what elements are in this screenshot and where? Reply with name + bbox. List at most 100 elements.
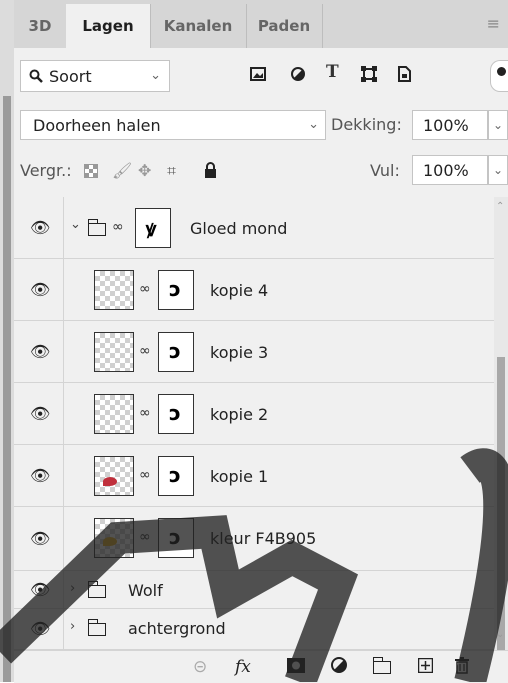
eye-icon: 👁 <box>30 528 51 548</box>
layer-thumbnail[interactable] <box>94 394 134 434</box>
add-mask-icon[interactable] <box>287 658 305 673</box>
adjustment-filter-icon[interactable] <box>291 67 305 81</box>
layer-row-group[interactable]: 👁 › achtergrond <box>14 609 494 650</box>
link-icon[interactable]: ∞ <box>139 467 151 483</box>
chevron-right-icon[interactable]: › <box>70 619 75 634</box>
link-icon[interactable]: ∞ <box>139 405 151 421</box>
filter-kind-select[interactable]: Soort ⌄ <box>20 60 170 92</box>
layer-name[interactable]: kleur F4B905 <box>210 529 316 548</box>
fx-icon[interactable]: fx <box>235 657 251 677</box>
folder-icon <box>88 219 106 236</box>
link-icon[interactable]: ∞ <box>139 529 151 545</box>
visibility-toggle[interactable]: 👁 <box>14 321 64 382</box>
layer-mask-thumbnail[interactable]: ꝟ <box>135 208 171 248</box>
tab-bar: 3D Lagen Kanalen Paden ≡ <box>14 0 508 48</box>
layers-panel: 3D Lagen Kanalen Paden ≡ Soort ⌄ T Doorh… <box>0 0 508 683</box>
fill-chevron-icon[interactable]: ⌄ <box>488 155 508 185</box>
scroll-up-icon[interactable]: ⌃ <box>496 201 504 212</box>
new-group-icon[interactable] <box>373 657 391 674</box>
visibility-toggle[interactable]: 👁 <box>14 445 64 506</box>
tab-paden[interactable]: Paden <box>246 4 323 48</box>
new-layer-icon[interactable] <box>418 658 433 673</box>
link-layers-icon[interactable]: ⊝ <box>193 657 207 677</box>
opacity-label: Dekking: <box>331 115 402 134</box>
delete-layer-icon[interactable] <box>455 657 469 674</box>
layer-row[interactable]: 👁 ∞ ↄ kopie 4 <box>14 259 494 321</box>
lock-all-icon[interactable] <box>204 162 217 178</box>
paint-stroke-red <box>103 477 117 486</box>
visibility-toggle[interactable]: 👁 <box>14 197 64 258</box>
scroll-down-icon[interactable]: ⌄ <box>496 629 504 640</box>
tab-lagen[interactable]: Lagen <box>66 4 151 48</box>
filter-kind-label: Soort <box>49 67 92 86</box>
lock-artboard-icon[interactable]: ⌗ <box>167 161 176 181</box>
lock-label: Vergr.: <box>20 161 72 180</box>
eye-icon: 👁 <box>30 341 51 361</box>
visibility-toggle[interactable]: 👁 <box>14 571 64 608</box>
layers-scrollbar[interactable]: ⌃ ⌄ <box>494 197 508 650</box>
layer-name[interactable]: kopie 3 <box>210 343 268 362</box>
visibility-toggle[interactable]: 👁 <box>14 507 64 570</box>
opacity-chevron-icon[interactable]: ⌄ <box>488 110 508 140</box>
mask-glyph: ↄ <box>169 525 181 549</box>
fill-value: 100% <box>423 161 469 180</box>
filter-toggle[interactable] <box>490 60 508 92</box>
layer-thumbnail[interactable] <box>94 332 134 372</box>
toggle-knob <box>497 67 506 76</box>
layer-name[interactable]: kopie 2 <box>210 405 268 424</box>
layer-row-group[interactable]: 👁 ⌄ ∞ ꝟ Gloed mond <box>14 197 494 259</box>
lock-transparent-pixels-icon[interactable] <box>84 164 98 178</box>
layer-name[interactable]: kopie 1 <box>210 467 268 486</box>
eye-icon: 👁 <box>30 217 51 237</box>
mask-glyph: ↄ <box>169 401 181 425</box>
chevron-down-icon: ⌄ <box>308 117 319 132</box>
layer-row[interactable]: 👁 ∞ ↄ kopie 2 <box>14 383 494 445</box>
layer-name[interactable]: Gloed mond <box>190 219 287 238</box>
fill-input[interactable]: 100% <box>412 155 488 185</box>
chevron-right-icon[interactable]: › <box>70 581 75 596</box>
layer-thumbnail[interactable] <box>94 456 134 496</box>
smart-object-filter-icon[interactable] <box>397 66 411 82</box>
layer-row[interactable]: 👁 ∞ ↄ kopie 3 <box>14 321 494 383</box>
layer-name[interactable]: achtergrond <box>128 619 226 638</box>
gutter-bar <box>3 96 11 682</box>
tab-3d[interactable]: 3D <box>14 4 67 48</box>
layer-thumbnail[interactable] <box>94 518 134 558</box>
search-icon <box>29 69 43 83</box>
opacity-input[interactable]: 100% <box>412 110 488 140</box>
layer-mask-thumbnail[interactable]: ↄ <box>158 456 194 496</box>
layer-row[interactable]: 👁 ∞ ↄ kleur F4B905 <box>14 507 494 571</box>
eye-icon: 👁 <box>30 279 51 299</box>
chevron-down-icon[interactable]: ⌄ <box>70 217 81 232</box>
tab-kanalen[interactable]: Kanalen <box>150 4 247 48</box>
visibility-toggle[interactable]: 👁 <box>14 609 64 649</box>
visibility-toggle[interactable]: 👁 <box>14 259 64 320</box>
link-icon[interactable]: ∞ <box>112 219 124 235</box>
layer-row-group[interactable]: 👁 › Wolf <box>14 571 494 609</box>
folder-icon <box>88 581 106 598</box>
visibility-toggle[interactable]: 👁 <box>14 383 64 444</box>
layer-mask-thumbnail[interactable]: ↄ <box>158 518 194 558</box>
adjustment-layer-icon[interactable] <box>331 657 347 673</box>
eye-icon: 👁 <box>30 403 51 423</box>
layer-name[interactable]: kopie 4 <box>210 281 268 300</box>
link-icon[interactable]: ∞ <box>139 343 151 359</box>
panel-menu-icon[interactable]: ≡ <box>487 14 500 33</box>
shape-filter-icon[interactable] <box>361 66 377 82</box>
lock-position-icon[interactable]: ✥ <box>138 161 151 180</box>
link-icon[interactable]: ∞ <box>139 281 151 297</box>
layer-row[interactable]: 👁 ∞ ↄ kopie 1 <box>14 445 494 507</box>
layer-thumbnail[interactable] <box>94 270 134 310</box>
blend-mode-select[interactable]: Doorheen halen ⌄ <box>20 110 326 140</box>
text-filter-icon[interactable]: T <box>326 62 339 82</box>
opacity-value: 100% <box>423 116 469 135</box>
image-filter-icon[interactable] <box>250 67 266 81</box>
layer-mask-thumbnail[interactable]: ↄ <box>158 270 194 310</box>
bottom-toolbar: ⊝ fx <box>14 650 508 683</box>
eye-icon: 👁 <box>30 579 51 599</box>
layer-mask-thumbnail[interactable]: ↄ <box>158 332 194 372</box>
layer-mask-thumbnail[interactable]: ↄ <box>158 394 194 434</box>
layer-name[interactable]: Wolf <box>128 581 163 600</box>
lock-image-pixels-icon[interactable]: 🖌 <box>112 161 132 180</box>
scrollbar-thumb[interactable] <box>497 357 505 650</box>
